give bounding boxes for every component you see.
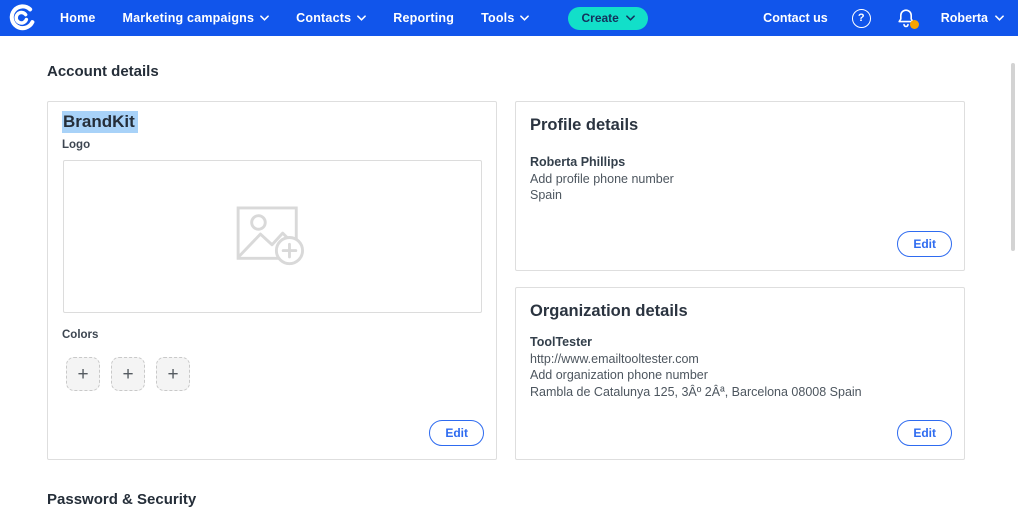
plus-icon: + — [167, 365, 178, 384]
profile-info: Roberta Phillips Add profile phone numbe… — [530, 154, 674, 204]
page-title: Account details — [47, 63, 159, 80]
brandkit-title: BrandKit — [62, 112, 138, 132]
scrollbar-thumb[interactable] — [1011, 63, 1015, 251]
brand-colors-row: + + + — [66, 357, 190, 391]
nav-right-group: Contact us ? Roberta — [763, 8, 1004, 28]
nav-item-home[interactable]: Home — [60, 11, 96, 25]
plus-icon: + — [122, 365, 133, 384]
profile-name: Roberta Phillips — [530, 154, 674, 171]
nav-item-reporting[interactable]: Reporting — [393, 11, 454, 25]
next-section-title: Password & Security — [47, 491, 196, 508]
brandkit-edit-button[interactable]: Edit — [429, 420, 484, 446]
profile-details-card: Profile details Roberta Phillips Add pro… — [515, 101, 965, 271]
organization-name: ToolTester — [530, 334, 862, 351]
organization-website: http://www.emailtooltester.com — [530, 351, 862, 368]
logo-label: Logo — [62, 139, 90, 151]
nav-item-label: Reporting — [393, 11, 454, 25]
nav-item-label: Marketing campaigns — [123, 11, 255, 25]
plus-icon: + — [77, 365, 88, 384]
profile-country: Spain — [530, 187, 674, 204]
chevron-down-icon — [626, 15, 635, 21]
nav-item-label: Tools — [481, 11, 514, 25]
organization-address: Rambla de Catalunya 125, 3Âº 2Âª, Barcel… — [530, 384, 862, 401]
chevron-down-icon — [357, 15, 366, 21]
question-mark-glyph: ? — [858, 12, 865, 24]
profile-edit-button[interactable]: Edit — [897, 231, 952, 257]
nav-item-label: Home — [60, 11, 96, 25]
chevron-down-icon — [260, 15, 269, 21]
brandkit-title-text: BrandKit — [62, 111, 138, 133]
nav-item-label: Contacts — [296, 11, 351, 25]
add-color-swatch-3[interactable]: + — [156, 357, 190, 391]
nav-links: Home Marketing campaigns Contacts Report… — [60, 11, 556, 25]
logo-upload-area[interactable] — [63, 160, 482, 313]
scrollbar-gutter — [1018, 0, 1024, 502]
notifications-bell-icon[interactable] — [897, 8, 915, 28]
colors-label: Colors — [62, 329, 98, 341]
profile-phone: Add profile phone number — [530, 171, 674, 188]
contact-us-link[interactable]: Contact us — [763, 11, 828, 25]
nav-item-contacts[interactable]: Contacts — [296, 11, 366, 25]
add-color-swatch-2[interactable]: + — [111, 357, 145, 391]
notification-badge — [910, 20, 919, 29]
top-navigation: Home Marketing campaigns Contacts Report… — [0, 0, 1018, 36]
nav-item-tools[interactable]: Tools — [481, 11, 529, 25]
chevron-down-icon — [520, 15, 529, 21]
nav-item-marketing-campaigns[interactable]: Marketing campaigns — [123, 11, 270, 25]
profile-details-title: Profile details — [530, 116, 638, 135]
organization-details-card: Organization details ToolTester http://w… — [515, 287, 965, 460]
add-image-icon — [236, 206, 310, 268]
brandkit-card: BrandKit Logo Colors + + + Edit — [47, 101, 497, 460]
add-color-swatch-1[interactable]: + — [66, 357, 100, 391]
organization-edit-button[interactable]: Edit — [897, 420, 952, 446]
user-name: Roberta — [941, 11, 988, 25]
help-icon[interactable]: ? — [852, 9, 871, 28]
create-button[interactable]: Create — [568, 7, 647, 30]
organization-phone: Add organization phone number — [530, 367, 862, 384]
chevron-down-icon — [995, 15, 1004, 21]
organization-details-title: Organization details — [530, 302, 688, 321]
user-menu[interactable]: Roberta — [941, 11, 1004, 25]
constant-contact-logo-icon[interactable] — [8, 3, 38, 33]
create-button-label: Create — [581, 11, 618, 25]
organization-info: ToolTester http://www.emailtooltester.co… — [530, 334, 862, 400]
